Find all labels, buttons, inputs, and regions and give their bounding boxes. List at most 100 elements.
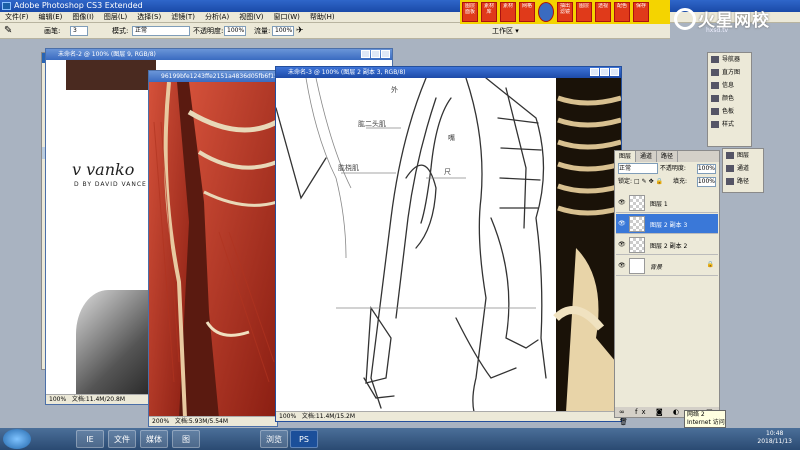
mode-select[interactable]: 正常 xyxy=(132,26,190,36)
close-button[interactable] xyxy=(381,50,390,58)
doc1-title[interactable]: 未命名-2 @ 100% (图层 9, RGB/8) xyxy=(46,49,392,60)
clock-date: 2018/11/13 xyxy=(757,438,792,445)
panel-item-styles[interactable]: 样式 xyxy=(708,118,751,131)
doc2-zoom[interactable]: 200% xyxy=(152,418,169,425)
layer-name[interactable]: 图层 1 xyxy=(650,199,668,208)
brush-size-field[interactable]: 3 xyxy=(70,26,88,36)
doc2-title[interactable]: 96199bfe1243ffe2151a4836d05fb6f15 xyxy=(149,71,277,82)
maximize-button[interactable] xyxy=(371,50,380,58)
panel-item-paths[interactable]: 路径 xyxy=(723,175,763,188)
panel-item-histogram[interactable]: 直方图 xyxy=(708,66,751,79)
menu-edit[interactable]: 编辑(E) xyxy=(34,12,68,23)
menu-window[interactable]: 窗口(W) xyxy=(268,12,304,23)
layer-name[interactable]: 图层 2 副本 3 xyxy=(650,220,687,229)
plugin-button-4[interactable]: 网格 xyxy=(519,2,535,22)
layer-thumbnail xyxy=(629,216,645,232)
taskbar-app4[interactable]: 图 xyxy=(172,430,200,448)
network-tooltip: 网络 2 Internet 访问 xyxy=(684,410,726,428)
doc2-canvas[interactable] xyxy=(149,82,277,418)
taskbar-photoshop[interactable]: PS xyxy=(290,430,318,448)
plugin-button-10[interactable]: 保存 xyxy=(633,2,649,22)
flow-field[interactable]: 100% xyxy=(272,26,294,36)
brush-tool-icon[interactable]: ✎ xyxy=(4,23,12,39)
brush-label: 画笔: xyxy=(44,27,61,35)
panel-item-layers[interactable]: 图层 xyxy=(723,149,763,162)
tab-channels[interactable]: 通道 xyxy=(636,151,658,162)
visibility-eye-icon[interactable]: 👁 xyxy=(618,199,626,206)
menu-view[interactable]: 视图(V) xyxy=(234,12,268,23)
panel-item-color[interactable]: 颜色 xyxy=(708,92,751,105)
artwork-title: v vanko xyxy=(72,160,135,179)
layer-opacity-field[interactable]: 100% xyxy=(696,164,716,174)
opacity-label: 不透明度: xyxy=(193,27,224,35)
layer-name[interactable]: 背景 xyxy=(650,262,662,271)
system-clock[interactable]: 10:48 2018/11/13 xyxy=(757,430,792,446)
plugin-button-8[interactable]: 透视 xyxy=(595,2,611,22)
plugin-button-9[interactable]: 配色 xyxy=(614,2,630,22)
layer-name[interactable]: 图层 2 副本 2 xyxy=(650,241,687,250)
doc1-zoom[interactable]: 100% xyxy=(49,396,66,403)
options-bar: ✎ 画笔: 3 模式: 正常 不透明度: 100% 流量: 100% ✈ 工作区… xyxy=(0,23,670,39)
sketch-label-4: 尺 xyxy=(444,168,451,176)
layers-panel: 图层 通道 路径 正常 不透明度: 100% 锁定: □✎✥🔒 填充: 100%… xyxy=(614,150,720,426)
sketch-label-2: 肱二头肌 xyxy=(358,119,386,128)
tab-layers[interactable]: 图层 xyxy=(615,151,637,162)
fill-field[interactable]: 100% xyxy=(696,177,716,187)
logo-circle-icon xyxy=(674,8,696,30)
plugin-button-7[interactable]: 图层 xyxy=(576,2,592,22)
opacity-field[interactable]: 100% xyxy=(224,26,246,36)
start-button[interactable] xyxy=(3,429,31,449)
taskbar-browser[interactable]: 浏览 xyxy=(260,430,288,448)
doc1-docsize: 文档:11.4M/20.8M xyxy=(71,396,126,403)
taskbar-explorer[interactable]: 文件 xyxy=(108,430,136,448)
tab-paths[interactable]: 路径 xyxy=(657,151,679,162)
taskbar-ie[interactable]: IE xyxy=(76,430,104,448)
menu-help[interactable]: 帮助(H) xyxy=(305,12,340,23)
lock-icons[interactable]: □✎✥🔒 xyxy=(634,178,665,185)
airbrush-icon[interactable]: ✈ xyxy=(296,23,304,39)
menu-file[interactable]: 文件(F) xyxy=(0,12,34,23)
doc3-zoom[interactable]: 100% xyxy=(279,413,296,420)
menu-filter[interactable]: 滤镜(T) xyxy=(166,12,200,23)
layer-row-selected[interactable]: 👁 图层 2 副本 3 xyxy=(616,214,718,234)
sketch-label-5: 嘴 xyxy=(448,133,455,142)
layer-row[interactable]: 👁 图层 1 xyxy=(616,193,718,213)
panel-item-navigator[interactable]: 导航器 xyxy=(708,53,751,66)
taskbar-media[interactable]: 媒体 xyxy=(140,430,168,448)
collapsed-panels: 图层 通道 路径 xyxy=(722,148,764,193)
visibility-eye-icon[interactable]: 👁 xyxy=(618,220,626,227)
minimize-button[interactable] xyxy=(590,68,599,76)
workspace-button[interactable]: 工作区 ▾ xyxy=(492,23,519,39)
panel-item-swatches[interactable]: 色板 xyxy=(708,105,751,118)
blend-mode-select[interactable]: 正常 xyxy=(618,163,658,174)
panel-item-info[interactable]: 信息 xyxy=(708,79,751,92)
lock-icon: 🔒 xyxy=(706,261,714,268)
plugin-button-6[interactable]: 抽出滤镜 xyxy=(557,2,573,22)
menu-analysis[interactable]: 分析(A) xyxy=(200,12,234,23)
menu-image[interactable]: 图像(I) xyxy=(67,12,99,23)
globe-icon[interactable] xyxy=(538,2,554,22)
menu-select[interactable]: 选择(S) xyxy=(132,12,166,23)
layer-row[interactable]: 👁 图层 2 副本 2 xyxy=(616,235,718,255)
plugin-button-2[interactable]: 素材库 xyxy=(481,2,497,22)
close-button[interactable] xyxy=(610,68,619,76)
plugin-button-3[interactable]: 素材 xyxy=(500,2,516,22)
layer-row[interactable]: 👁 背景 🔒 xyxy=(616,256,718,276)
window-title: Adobe Photoshop CS3 Extended xyxy=(14,1,143,10)
visibility-eye-icon[interactable]: 👁 xyxy=(618,262,626,269)
layer-thumbnail xyxy=(629,237,645,253)
maximize-button[interactable] xyxy=(600,68,609,76)
visibility-eye-icon[interactable]: 👁 xyxy=(618,241,626,248)
clock-time: 10:48 xyxy=(766,430,784,437)
panel-item-channels[interactable]: 通道 xyxy=(723,162,763,175)
document-window-2[interactable]: 96199bfe1243ffe2151a4836d05fb6f15 200% 文… xyxy=(148,70,278,427)
document-window-3[interactable]: 未命名-3 @ 100% (图层 2 副本 3, RGB/8) 外 肱二头肌 肱… xyxy=(275,66,622,422)
minimize-button[interactable] xyxy=(361,50,370,58)
doc1-canvas[interactable]: v vanko D BY DAVID VANCE xyxy=(66,60,156,395)
doc3-title[interactable]: 未命名-3 @ 100% (图层 2 副本 3, RGB/8) xyxy=(276,67,621,78)
layers-tabs: 图层 通道 路径 xyxy=(615,151,719,162)
plugin-button-1[interactable]: 图层面板 xyxy=(462,2,478,22)
menu-layer[interactable]: 图层(L) xyxy=(99,12,132,23)
artwork-top xyxy=(66,60,156,90)
doc3-canvas[interactable]: 外 肱二头肌 肱桡肌 尺 嘴 xyxy=(276,78,621,412)
